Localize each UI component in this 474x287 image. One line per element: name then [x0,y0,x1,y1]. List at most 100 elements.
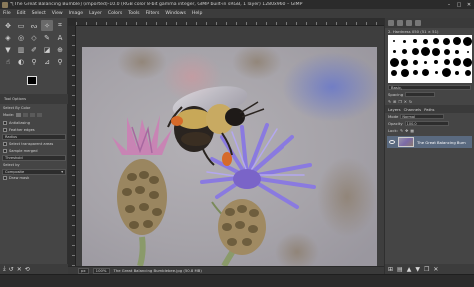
maximize-icon[interactable]: □ [454,0,464,9]
delete-layer-icon[interactable]: ✕ [433,266,438,273]
eye-icon[interactable] [389,140,395,144]
select-transparent-checkbox[interactable] [3,141,7,146]
brush-preset[interactable] [421,57,431,67]
mode-replace-icon[interactable] [16,113,22,118]
menu-file[interactable]: File [0,11,14,16]
brush-preset[interactable] [442,36,452,46]
brush-preset[interactable] [442,57,452,67]
unit-selector[interactable]: px [78,267,89,274]
clone-icon[interactable]: ⊕ [54,44,66,55]
brush-preset[interactable] [442,68,452,78]
brush-preset[interactable] [400,36,410,46]
brush-preset[interactable] [410,68,420,78]
color-picker-icon[interactable]: ⚲ [28,56,40,67]
refresh-brushes-icon[interactable]: ↻ [409,99,412,104]
measure-icon[interactable]: ⊿ [41,56,53,67]
lock-position-icon[interactable]: ✥ [405,128,408,133]
restore-options-icon[interactable]: ↺ [9,266,14,273]
menu-tools[interactable]: Tools [125,11,142,16]
warp-icon[interactable]: ◎ [15,32,27,43]
menu-view[interactable]: View [49,11,66,16]
brush-preset[interactable] [431,57,441,67]
gradient-icon[interactable]: ▥ [15,44,27,55]
horizontal-ruler[interactable] [76,18,384,26]
sample-merged-row[interactable]: Sample merged [0,148,68,156]
tab-paths[interactable]: Paths [424,107,434,112]
fg-bg-colors[interactable] [27,76,43,90]
mode-add-icon[interactable] [23,113,29,118]
brush-preset[interactable] [410,57,420,67]
brush-grid[interactable] [388,35,472,83]
fonts-tab-icon[interactable] [406,20,412,26]
brush-preset[interactable] [452,57,462,67]
handle-transform-icon[interactable]: ◇ [28,32,40,43]
brush-preset[interactable] [421,68,431,78]
menu-windows[interactable]: Windows [162,11,189,16]
tab-layers[interactable]: Layers [388,107,401,112]
image-canvas[interactable] [82,47,377,266]
menu-edit[interactable]: Edit [14,11,29,16]
save-options-icon[interactable]: ⤓ [3,265,6,273]
vertical-ruler[interactable] [68,26,76,266]
fuzzy-select-icon[interactable]: ✧ [41,20,53,31]
brush-preset[interactable] [400,68,410,78]
brush-preset[interactable] [431,47,441,57]
move-tool-icon[interactable]: ✥ [2,20,14,31]
brush-filter-field[interactable]: Basic, [388,85,471,90]
layer-item[interactable]: The Great Balancing Bum [387,136,472,148]
tab-channels[interactable]: Channels [404,107,422,112]
paths-icon[interactable]: ✎ [41,32,53,43]
mode-subtract-icon[interactable] [30,113,36,118]
ruler-corner[interactable] [68,18,76,26]
brush-preset[interactable] [400,47,410,57]
brush-preset[interactable] [463,57,473,67]
smudge-icon[interactable]: ☝ [2,56,14,67]
brush-preset[interactable] [463,68,473,78]
opacity-slider[interactable]: 100.0 [404,121,449,126]
brush-preset[interactable] [452,47,462,57]
antialiasing-checkbox[interactable] [3,120,7,125]
brushes-tab-icon[interactable] [388,20,394,26]
dodge-icon[interactable]: ◐ [15,56,27,67]
brush-preset[interactable] [410,47,420,57]
new-group-icon[interactable]: ▤ [397,266,403,273]
select-transparent-row[interactable]: Select transparent areas [0,140,68,148]
brush-preset[interactable] [452,68,462,78]
brush-preset[interactable] [452,36,462,46]
new-brush-icon[interactable]: ⊞ [393,99,396,104]
mode-intersect-icon[interactable] [37,113,43,118]
menu-help[interactable]: Help [189,11,205,16]
brush-preset[interactable] [463,36,473,46]
brush-preset[interactable] [389,57,399,67]
brush-preset[interactable] [389,47,399,57]
lower-layer-icon[interactable]: ▼ [415,266,420,273]
minimize-icon[interactable]: – [444,0,454,9]
duplicate-layer-icon[interactable]: ❐ [424,266,429,273]
menu-filters[interactable]: Filters [143,11,163,16]
eraser-icon[interactable]: ◪ [41,44,53,55]
sample-merged-checkbox[interactable] [3,149,7,154]
brush-preset[interactable] [421,36,431,46]
text-icon[interactable]: A [54,32,66,43]
zoom-selector[interactable]: 100% [92,267,110,274]
antialiasing-row[interactable]: Antialiasing [0,119,68,127]
crop-icon[interactable]: ⌗ [54,20,66,31]
lock-alpha-icon[interactable]: ▦ [410,128,414,133]
unified-transform-icon[interactable]: ◈ [2,32,14,43]
lock-pixels-icon[interactable]: ✎ [400,128,403,133]
menu-colors[interactable]: Colors [105,11,125,16]
tab-tool-options[interactable]: Tool Options [2,97,28,101]
close-icon[interactable]: ✕ [464,0,474,9]
edit-brush-icon[interactable]: ✎ [388,99,391,104]
new-layer-icon[interactable]: ⊞ [388,266,393,273]
paintbrush-icon[interactable]: ✐ [28,44,40,55]
raise-layer-icon[interactable]: ▲ [407,266,412,273]
rect-select-icon[interactable]: ▭ [15,20,27,31]
brush-preset[interactable] [389,36,399,46]
menu-select[interactable]: Select [29,11,49,16]
menu-image[interactable]: Image [66,11,86,16]
delete-options-icon[interactable]: ✕ [17,266,22,273]
draw-mask-row[interactable]: Draw mask [0,175,68,183]
draw-mask-checkbox[interactable] [3,176,7,181]
duplicate-brush-icon[interactable]: ❐ [398,99,401,104]
